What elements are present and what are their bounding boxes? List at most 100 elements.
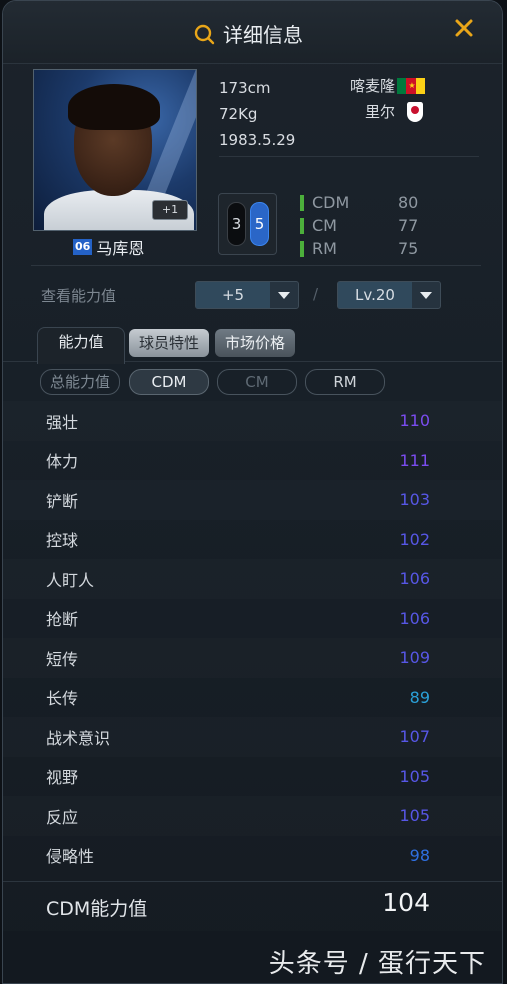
close-button[interactable] (450, 17, 478, 45)
upgrade-badge: +1 (152, 200, 188, 220)
tab-market-price[interactable]: 市场价格 (215, 329, 295, 357)
stat-value: 106 (399, 569, 430, 589)
stat-value: 105 (399, 806, 430, 826)
stat-row: 铲断 103 (3, 480, 502, 520)
footer: 头条号 / 蛋行天下 (3, 931, 502, 983)
view-ability-row: 查看能力值 +5 / Lv.20 (3, 273, 502, 315)
stat-name: 强壮 (46, 412, 79, 432)
title-group: 详细信息 (193, 19, 303, 48)
stat-name: 控球 (46, 531, 79, 551)
player-weight: 72Kg (219, 105, 258, 123)
filter-cdm[interactable]: CDM (129, 369, 209, 395)
stat-row: 体力 111 (3, 441, 502, 481)
position-value: 77 (398, 216, 419, 235)
preferred-foot-box: 3 5 (218, 193, 277, 255)
chevron-down-icon (412, 282, 440, 308)
stat-name: 长传 (46, 689, 79, 709)
separator: / (313, 285, 319, 303)
overall-rating-row: CDM能力值 104 (3, 881, 502, 928)
page-title: 详细信息 (223, 23, 303, 47)
position-row: CDM 80 (300, 191, 438, 214)
stat-name: 战术意识 (46, 728, 111, 748)
club-name: 里尔 (365, 103, 396, 121)
player-bio: 173cm 72Kg 1983.5.29 (219, 75, 295, 153)
stat-name: 反应 (46, 807, 79, 827)
club-crest-icon (407, 101, 424, 122)
stat-value: 109 (399, 648, 430, 668)
left-foot-rating: 3 (227, 202, 246, 246)
season-badge: 06 (73, 239, 93, 255)
filter-cm[interactable]: CM (217, 369, 297, 395)
stat-row: 视野 105 (3, 757, 502, 797)
stat-value: 98 (409, 845, 430, 865)
position-filter-row: 总能力值 CDM CM RM (3, 367, 502, 397)
filter-total-ability[interactable]: 总能力值 (40, 369, 120, 395)
stat-value: 105 (399, 766, 430, 786)
player-nation: 喀麦隆 ★ (350, 75, 425, 96)
position-ratings: CDM 80 CM 77 RM 75 (300, 191, 438, 260)
stat-name: 抢断 (46, 610, 79, 630)
player-birthdate: 1983.5.29 (219, 131, 296, 149)
stat-row: 抢断 106 (3, 599, 502, 639)
player-height: 173cm (219, 79, 271, 97)
stat-row: 强壮 110 (3, 401, 502, 441)
stat-row: 侵略性 98 (3, 836, 502, 876)
portrait-hair (68, 84, 160, 130)
position-bar (300, 240, 304, 257)
stat-value: 110 (399, 411, 430, 431)
stat-row: 控球 102 (3, 520, 502, 560)
stat-name: 视野 (46, 768, 79, 788)
position-value: 80 (398, 193, 419, 212)
enhance-value: +5 (196, 282, 270, 308)
position-name: RM (312, 239, 337, 258)
position-bar (300, 217, 304, 234)
enhance-dropdown[interactable]: +5 (195, 281, 299, 309)
position-name: CDM (312, 193, 350, 212)
stat-row: 人盯人 106 (3, 559, 502, 599)
stat-row: 长传 89 (3, 678, 502, 718)
overall-value: 104 (382, 888, 430, 917)
close-icon (455, 19, 473, 37)
player-club: 里尔 (365, 101, 424, 122)
cameroon-flag-icon: ★ (397, 77, 425, 94)
stat-name: 铲断 (46, 491, 79, 511)
view-ability-label: 查看能力值 (41, 287, 117, 305)
stat-row: 战术意识 107 (3, 717, 502, 757)
stat-value: 111 (399, 450, 430, 470)
tab-bar: 能力值 球员特性 市场价格 (3, 319, 502, 364)
nation-name: 喀麦隆 (350, 77, 396, 95)
stat-value: 107 (399, 727, 430, 747)
tab-ability[interactable]: 能力值 (37, 327, 125, 364)
stat-value: 89 (409, 687, 430, 707)
tab-player-traits[interactable]: 球员特性 (129, 329, 209, 357)
title-bar: 详细信息 (3, 1, 502, 64)
player-detail-panel: 详细信息 +1 06 马库恩 173cm 72Kg 1983.5.29 喀麦隆 … (2, 0, 503, 984)
stat-name: 短传 (46, 649, 79, 669)
player-name-row: 06 马库恩 (73, 235, 144, 259)
stat-row: 反应 105 (3, 796, 502, 836)
stat-name: 体力 (46, 452, 79, 472)
position-row: CM 77 (300, 214, 438, 237)
overall-label: CDM能力值 (46, 898, 148, 920)
filter-rm[interactable]: RM (305, 369, 385, 395)
position-value: 75 (398, 239, 419, 258)
level-dropdown[interactable]: Lv.20 (337, 281, 441, 309)
search-icon (194, 24, 215, 44)
stat-row: 短传 109 (3, 638, 502, 678)
stat-value: 103 (399, 490, 430, 510)
stat-name: 人盯人 (46, 570, 95, 590)
bio-divider (219, 156, 479, 157)
position-name: CM (312, 216, 337, 235)
position-bar (300, 194, 304, 211)
player-name: 马库恩 (96, 239, 145, 258)
level-value: Lv.20 (338, 282, 412, 308)
stats-list: 强壮 110 体力 111 铲断 103 控球 102 人盯人 106 抢断 106 短传 109 长传 89… (3, 401, 502, 875)
chevron-down-icon (270, 282, 298, 308)
position-row: RM 75 (300, 237, 438, 260)
profile-divider (31, 265, 481, 266)
right-foot-rating: 5 (250, 202, 269, 246)
watermark: 头条号 / 蛋行天下 (268, 949, 486, 979)
stat-name: 侵略性 (46, 847, 95, 867)
stat-value: 106 (399, 608, 430, 628)
stat-value: 102 (399, 529, 430, 549)
